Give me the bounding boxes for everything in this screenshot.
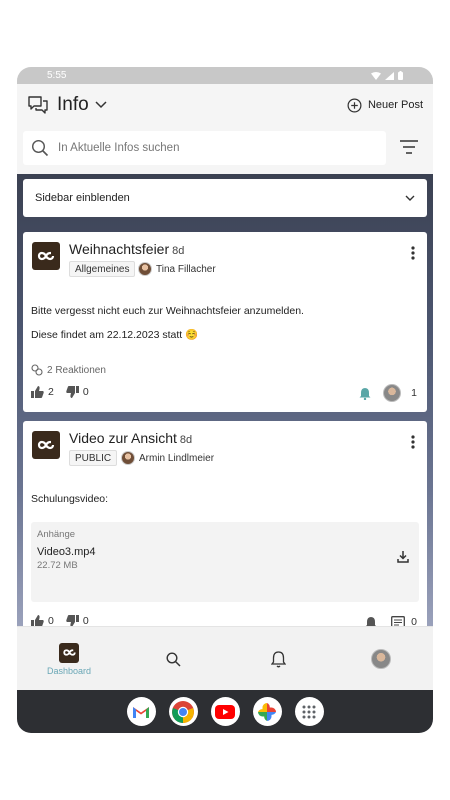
vote-row: 0 0 (31, 615, 89, 626)
app-dock (17, 690, 433, 733)
search-icon (165, 651, 181, 667)
author-name: Tina Fillacher (156, 263, 216, 275)
avatar (371, 649, 391, 669)
plus-circle-icon (347, 98, 362, 112)
company-logo (32, 431, 60, 459)
page-title[interactable]: Info (57, 94, 89, 116)
avatar (138, 262, 152, 276)
post-age: 8d (172, 245, 185, 257)
author[interactable]: Tina Fillacher (138, 261, 216, 277)
attachments-label: Anhänge (37, 529, 76, 540)
thumb-down-icon (66, 615, 79, 626)
thumb-up-icon (31, 386, 44, 398)
nav-dashboard-label: Dashboard (46, 665, 92, 676)
nav-notifications[interactable] (266, 627, 290, 691)
new-post-button[interactable]: Neuer Post (347, 98, 423, 113)
search-icon (31, 139, 49, 157)
viewer-count: 1 (411, 387, 417, 399)
chevron-down-icon (405, 195, 415, 201)
nav-profile[interactable] (369, 627, 393, 691)
post-title-text: Weihnachtsfeier (69, 241, 170, 257)
thumb-down-icon (66, 386, 79, 398)
signal-icon (385, 71, 394, 80)
post-title-text: Video zur Ansicht (69, 430, 177, 446)
status-icons (371, 71, 403, 80)
photos-icon[interactable] (252, 697, 282, 726)
nav-dashboard[interactable]: Dashboard (45, 627, 93, 691)
comment-icon[interactable] (391, 616, 405, 626)
reactions-icon (31, 364, 43, 376)
author[interactable]: Armin Lindlmeier (121, 450, 214, 466)
new-post-label: Neuer Post (367, 99, 423, 111)
bell-icon[interactable] (359, 387, 371, 400)
device-screen: 5:55 Info Neuer Post In Aktuelle Infos s… (17, 67, 433, 733)
bottom-nav: Dashboard (17, 626, 433, 690)
author-name: Armin Lindlmeier (139, 452, 215, 464)
battery-icon (398, 71, 403, 80)
post-body-line: Bitte vergesst nicht euch zur Weihnachts… (31, 305, 304, 317)
attachment-box[interactable]: Anhänge Video3.mp4 22.72 MB (31, 522, 419, 602)
dislike-button[interactable]: 0 (66, 386, 89, 398)
post-body-line: Diese findet am 22.12.2023 statt ☺️ (31, 329, 199, 341)
dislike-button[interactable]: 0 (66, 615, 89, 626)
avatar (121, 451, 135, 465)
like-count: 2 (48, 386, 54, 398)
more-vert-icon[interactable] (411, 246, 415, 260)
sidebar-toggle[interactable]: Sidebar einblenden (23, 179, 427, 217)
post-body-line: Schulungsvideo: (31, 493, 109, 505)
like-button[interactable]: 0 (31, 615, 54, 626)
download-icon[interactable] (397, 551, 409, 563)
bell-icon (270, 651, 286, 668)
attachment-name: Video3.mp4 (37, 546, 96, 558)
gmail-icon[interactable] (126, 697, 156, 726)
app-bar: Info Neuer Post (17, 84, 433, 126)
company-logo (32, 242, 60, 270)
status-time: 5:55 (47, 70, 67, 81)
post-title[interactable]: Video zur Ansicht 8d (69, 430, 192, 446)
category-tag[interactable]: PUBLIC (69, 450, 118, 466)
post-card[interactable]: Video zur Ansicht 8d PUBLIC Armin Lindlme… (23, 421, 427, 626)
attachment-size: 22.72 MB (37, 560, 78, 571)
chrome-icon[interactable] (168, 697, 198, 726)
wifi-icon (371, 71, 381, 80)
chevron-down-icon[interactable] (95, 101, 107, 109)
sidebar-toggle-label: Sidebar einblenden (35, 192, 130, 204)
vote-row: 2 0 (31, 386, 89, 398)
youtube-icon[interactable] (210, 697, 240, 726)
like-count: 0 (48, 615, 54, 626)
thumb-up-icon (31, 615, 44, 626)
dislike-count: 0 (82, 615, 89, 626)
reactions-count: 2 Reaktionen (47, 364, 106, 376)
post-age: 8d (179, 434, 193, 446)
apps-icon[interactable] (294, 697, 324, 726)
dashboard-icon (59, 642, 79, 663)
search-input[interactable]: In Aktuelle Infos suchen (23, 131, 386, 165)
dislike-count: 0 (82, 386, 89, 398)
chat-bubbles-icon[interactable] (27, 95, 49, 115)
more-vert-icon[interactable] (411, 435, 415, 449)
search-placeholder: In Aktuelle Infos suchen (58, 142, 180, 154)
post-title[interactable]: Weihnachtsfeier 8d (69, 241, 184, 257)
feed[interactable]: Sidebar einblenden Weihnachtsfeier 8d All… (17, 174, 433, 626)
nav-search[interactable] (161, 627, 185, 691)
filter-icon[interactable] (399, 139, 419, 155)
status-bar: 5:55 (17, 67, 433, 84)
category-tag[interactable]: Allgemeines (69, 261, 136, 277)
bell-icon[interactable] (365, 616, 377, 626)
post-card[interactable]: Weihnachtsfeier 8d Allgemeines Tina Filla… (23, 232, 427, 412)
reactions-summary[interactable]: 2 Reaktionen (31, 364, 106, 376)
like-button[interactable]: 2 (31, 386, 54, 398)
comment-count: 0 (411, 616, 417, 626)
viewer-avatar[interactable] (383, 384, 401, 402)
